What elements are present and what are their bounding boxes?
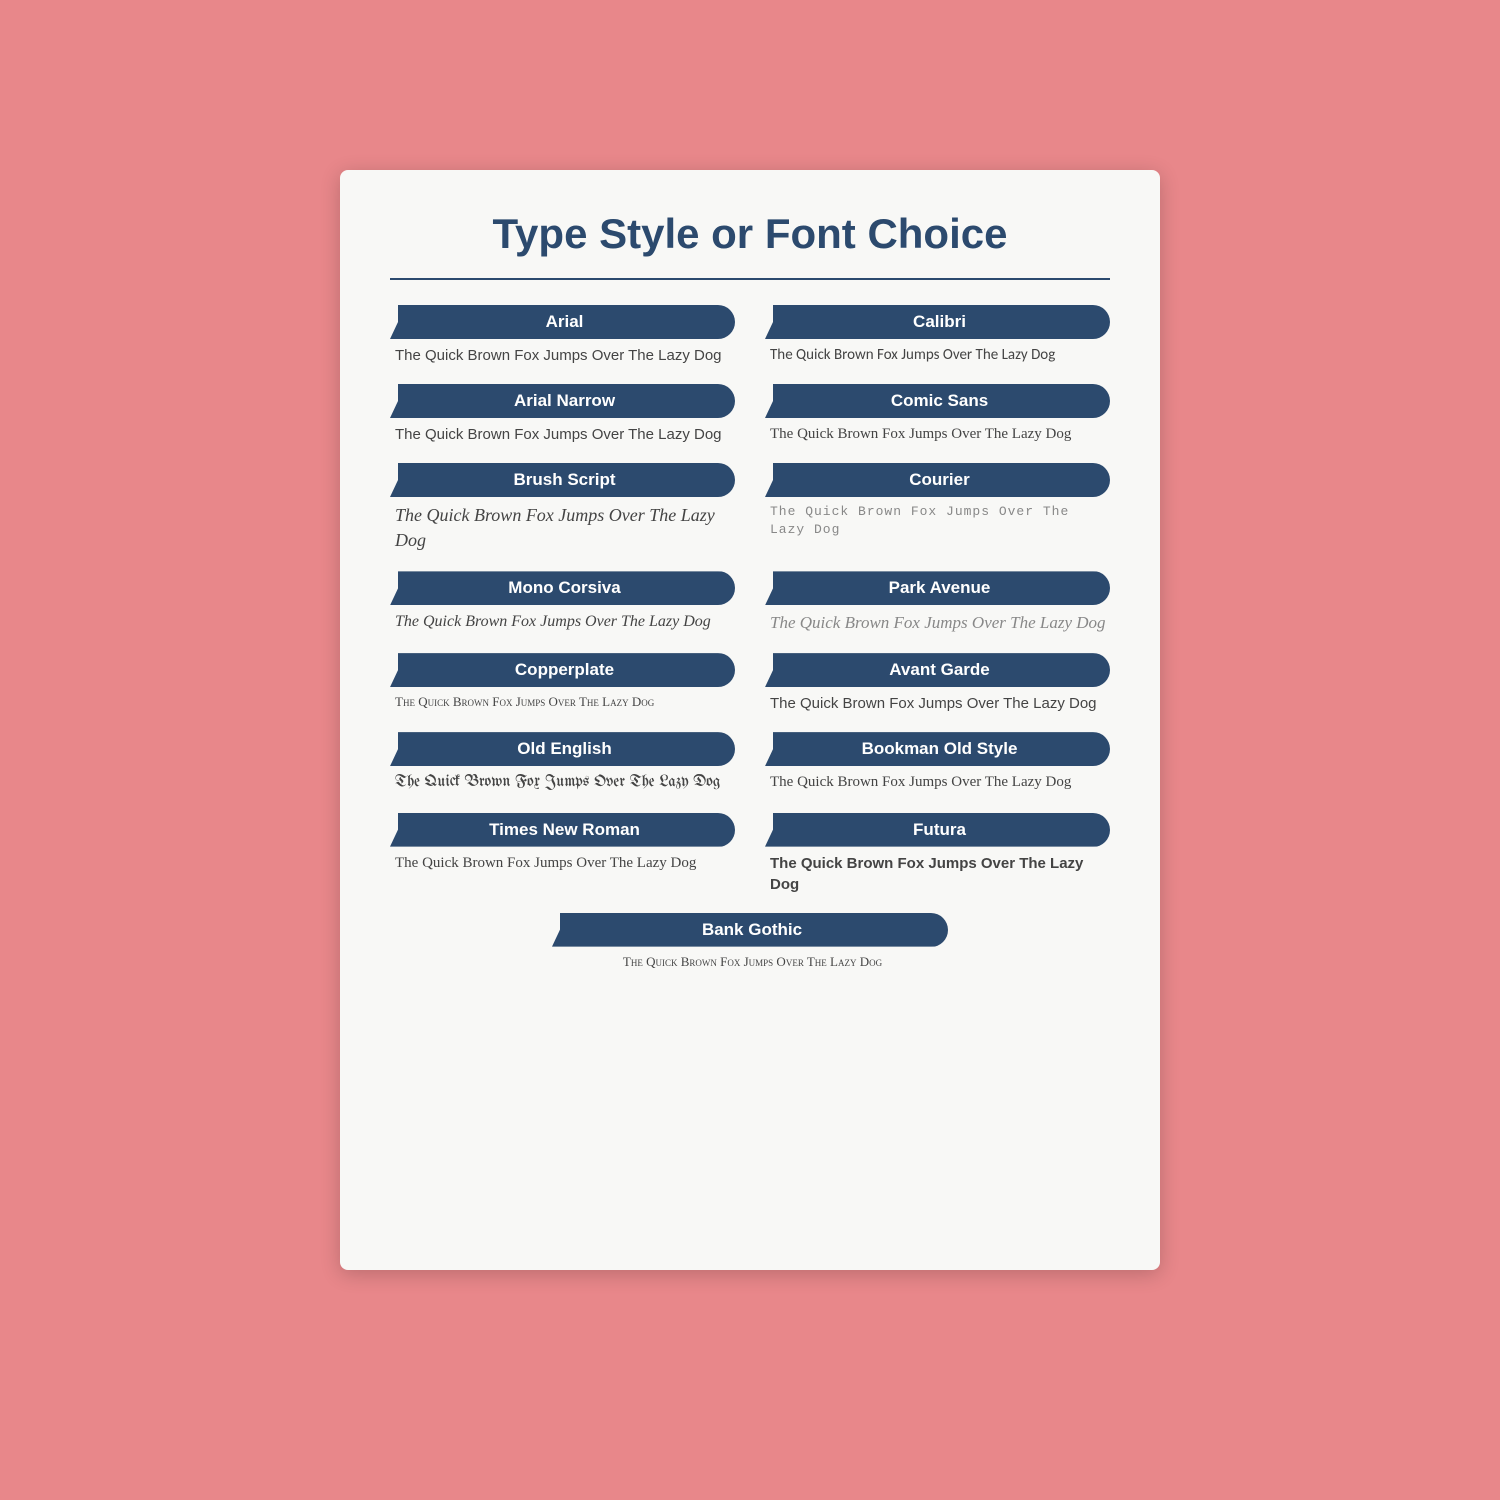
font-sample-copperplate: The Quick Brown Fox Jumps Over The Lazy … — [390, 693, 735, 711]
font-banner-arial: Arial — [390, 305, 735, 339]
font-label-arial-narrow: Arial Narrow — [390, 384, 735, 418]
font-sample-futura: The Quick Brown Fox Jumps Over The Lazy … — [765, 853, 1110, 895]
font-entry-times-new-roman: Times New Roman The Quick Brown Fox Jumps… — [390, 813, 735, 895]
font-entry-park-avenue: Park Avenue The Quick Brown Fox Jumps Ove… — [765, 571, 1110, 635]
font-card: Type Style or Font Choice Arial The Quick… — [340, 170, 1160, 1270]
font-sample-comic-sans: The Quick Brown Fox Jumps Over The Lazy … — [765, 424, 1110, 445]
font-sample-times-new-roman: The Quick Brown Fox Jumps Over The Lazy … — [390, 853, 735, 874]
font-banner-calibri: Calibri — [765, 305, 1110, 339]
font-label-old-english: Old English — [390, 732, 735, 766]
font-sample-calibri: The Quick Brown Fox Jumps Over The Lazy … — [765, 345, 1110, 366]
font-entry-courier: Courier The Quick Brown Fox Jumps Over Th… — [765, 463, 1110, 553]
font-label-mono-corsiva: Mono Corsiva — [390, 571, 735, 605]
font-banner-arial-narrow: Arial Narrow — [390, 384, 735, 418]
font-banner-brush-script: Brush Script — [390, 463, 735, 497]
font-label-bookman: Bookman Old Style — [765, 732, 1110, 766]
font-sample-bookman: The Quick Brown Fox Jumps Over The Lazy … — [765, 772, 1110, 793]
font-entry-futura: Futura The Quick Brown Fox Jumps Over The… — [765, 813, 1110, 895]
font-banner-bookman: Bookman Old Style — [765, 732, 1110, 766]
font-banner-times-new-roman: Times New Roman — [390, 813, 735, 847]
font-banner-comic-sans: Comic Sans — [765, 384, 1110, 418]
font-entry-mono-corsiva: Mono Corsiva The Quick Brown Fox Jumps Ov… — [390, 571, 735, 635]
font-label-bank-gothic: Bank Gothic — [552, 913, 948, 947]
font-label-times-new-roman: Times New Roman — [390, 813, 735, 847]
font-label-arial: Arial — [390, 305, 735, 339]
fonts-grid: Arial The Quick Brown Fox Jumps Over The … — [390, 305, 1110, 989]
font-entry-comic-sans: Comic Sans The Quick Brown Fox Jumps Over… — [765, 384, 1110, 445]
font-banner-courier: Courier — [765, 463, 1110, 497]
font-sample-old-english: The Quick Brown Fox Jumps Over The Lazy … — [390, 772, 735, 794]
font-label-futura: Futura — [765, 813, 1110, 847]
font-label-brush-script: Brush Script — [390, 463, 735, 497]
page-title: Type Style or Font Choice — [390, 210, 1110, 258]
font-label-comic-sans: Comic Sans — [765, 384, 1110, 418]
font-entry-brush-script: Brush Script The Quick Brown Fox Jumps Ov… — [390, 463, 735, 553]
font-label-calibri: Calibri — [765, 305, 1110, 339]
font-entry-calibri: Calibri The Quick Brown Fox Jumps Over Th… — [765, 305, 1110, 366]
font-banner-park-avenue: Park Avenue — [765, 571, 1110, 605]
font-banner-copperplate: Copperplate — [390, 653, 735, 687]
font-sample-brush-script: The Quick Brown Fox Jumps Over The Lazy … — [390, 503, 735, 553]
font-entry-arial-narrow: Arial Narrow The Quick Brown Fox Jumps Ov… — [390, 384, 735, 445]
font-entry-old-english: Old English The Quick Brown Fox Jumps Ove… — [390, 732, 735, 794]
font-banner-avant-garde: Avant Garde — [765, 653, 1110, 687]
font-label-copperplate: Copperplate — [390, 653, 735, 687]
font-sample-avant-garde: The Quick Brown Fox Jumps Over The Lazy … — [765, 693, 1110, 714]
font-sample-park-avenue: The Quick Brown Fox Jumps Over The Lazy … — [765, 611, 1110, 635]
font-banner-mono-corsiva: Mono Corsiva — [390, 571, 735, 605]
font-label-park-avenue: Park Avenue — [765, 571, 1110, 605]
font-banner-bank-gothic: Bank Gothic — [552, 913, 948, 947]
font-entry-avant-garde: Avant Garde The Quick Brown Fox Jumps Ove… — [765, 653, 1110, 714]
font-banner-futura: Futura — [765, 813, 1110, 847]
font-label-avant-garde: Avant Garde — [765, 653, 1110, 687]
font-sample-courier: The Quick Brown Fox Jumps Over The Lazy … — [765, 503, 1110, 539]
font-sample-mono-corsiva: The Quick Brown Fox Jumps Over The Lazy … — [390, 611, 735, 633]
font-sample-bank-gothic: The Quick Brown Fox Jumps Over The Lazy … — [390, 953, 1110, 971]
font-banner-old-english: Old English — [390, 732, 735, 766]
divider — [390, 278, 1110, 280]
font-label-courier: Courier — [765, 463, 1110, 497]
font-entry-bank-gothic: Bank Gothic The Quick Brown Fox Jumps Ove… — [390, 913, 1110, 971]
font-entry-bookman: Bookman Old Style The Quick Brown Fox Jum… — [765, 732, 1110, 794]
font-entry-arial: Arial The Quick Brown Fox Jumps Over The … — [390, 305, 735, 366]
font-entry-copperplate: Copperplate The Quick Brown Fox Jumps Ove… — [390, 653, 735, 714]
font-sample-arial-narrow: The Quick Brown Fox Jumps Over The Lazy … — [390, 424, 735, 445]
font-sample-arial: The Quick Brown Fox Jumps Over The Lazy … — [390, 345, 735, 366]
